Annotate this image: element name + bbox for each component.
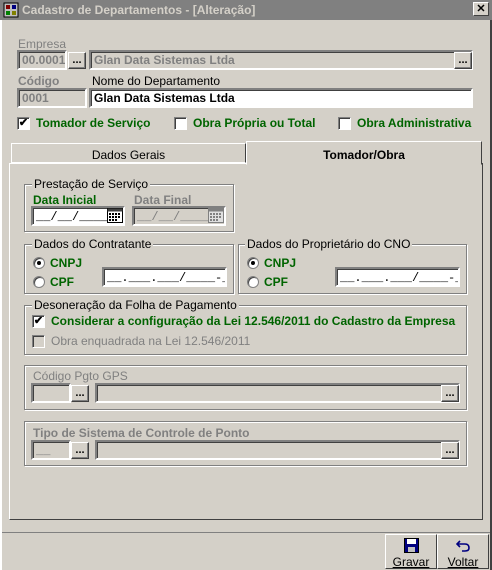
tab-dados-gerais[interactable]: Dados Gerais [11, 143, 246, 163]
gps-description-lookup-button[interactable]: ... [441, 385, 459, 402]
proprietario-title: Dados do Proprietário do CNO [245, 237, 413, 251]
voltar-button[interactable]: Voltar [437, 534, 489, 569]
ponto-description-field[interactable] [95, 440, 460, 460]
tab-panel-top-edge [10, 163, 246, 164]
empresa-code-field[interactable]: 00.0001 [17, 50, 67, 70]
considerar-lei-checkbox[interactable]: ✔ [32, 315, 45, 328]
gps-code-field[interactable] [31, 383, 71, 403]
ponto-description-lookup-button[interactable]: ... [441, 442, 459, 459]
empresa-name-field[interactable]: Glan Data Sistemas Ltda [89, 50, 473, 70]
data-inicial-value: __/__/____ [36, 210, 109, 224]
desoneracao-title: Desoneração da Folha de Pagamento [32, 298, 239, 312]
codigo-label: Código [18, 74, 60, 88]
proprietario-document-field[interactable]: __.___.___/____-__ [335, 267, 460, 287]
frame-left [0, 20, 2, 570]
empresa-label: Empresa [18, 37, 67, 51]
empresa-lookup-button[interactable]: ... [68, 52, 86, 69]
proprietario-cnpj-label: CNPJ [264, 256, 297, 270]
data-inicial-label: Data Inicial [33, 193, 97, 207]
calendar-icon[interactable] [107, 208, 123, 223]
contratante-document-value: __.___.___/____-__ [107, 271, 227, 285]
tomador-label: Tomador de Serviço [36, 116, 151, 130]
obra-propria-label: Obra Própria ou Total [193, 116, 316, 130]
contratante-cpf-label: CPF [50, 275, 74, 289]
proprietario-cnpj-radio[interactable] [247, 257, 259, 269]
obra-enquadrada-checkbox[interactable] [32, 335, 45, 348]
ponto-code-lookup-button[interactable]: ... [71, 442, 89, 459]
contratante-cnpj-radio[interactable] [33, 257, 45, 269]
app-icon [3, 2, 19, 18]
tomador-checkbox[interactable]: ✔ [17, 117, 30, 130]
ponto-code-field[interactable]: __ [31, 440, 71, 460]
contratante-cpf-radio[interactable] [33, 276, 45, 288]
footer-divider [2, 532, 490, 533]
proprietario-cpf-label: CPF [264, 275, 288, 289]
floppy-icon [404, 538, 419, 553]
considerar-lei-label: Considerar a configuração da Lei 12.546/… [51, 314, 456, 328]
nome-departamento-field[interactable]: Glan Data Sistemas Ltda [89, 88, 473, 108]
ponto-title: Tipo de Sistema de Controle de Ponto [31, 426, 252, 440]
obra-enquadrada-label: Obra enquadrada na Lei 12.546/2011 [51, 334, 251, 348]
calendar-disabled-icon[interactable] [208, 208, 224, 223]
obra-propria-checkbox[interactable] [174, 117, 187, 130]
proprietario-cpf-radio[interactable] [247, 276, 259, 288]
prestacao-title: Prestação de Serviço [32, 177, 151, 191]
data-final-value: __/__/____ [137, 210, 210, 224]
gps-code-lookup-button[interactable]: ... [71, 385, 89, 402]
nome-departamento-label: Nome do Departamento [92, 74, 221, 88]
contratante-cnpj-label: CNPJ [50, 256, 83, 270]
gravar-label: Gravar [392, 555, 430, 569]
data-final-label: Data Final [134, 193, 192, 207]
codigo-field[interactable]: 0001 [17, 88, 87, 108]
tab-tomador-obra[interactable]: Tomador/Obra [246, 141, 482, 165]
gps-description-field[interactable] [95, 383, 460, 403]
contratante-document-field[interactable]: __.___.___/____-__ [102, 267, 227, 287]
proprietario-document-value: __.___.___/____-__ [340, 271, 460, 285]
obra-administrativa-label: Obra Administrativa [357, 116, 472, 130]
close-button[interactable]: ✕ [473, 2, 489, 16]
gravar-button[interactable]: Gravar [385, 534, 437, 569]
undo-icon [456, 540, 470, 552]
empresa-name-lookup-button[interactable]: ... [454, 52, 472, 69]
title-bar: Cadastro de Departamentos - [Alteração] … [0, 0, 492, 20]
window-title: Cadastro de Departamentos - [Alteração] [22, 3, 256, 17]
ponto-code-value: __ [36, 444, 51, 458]
contratante-title: Dados do Contratante [32, 237, 154, 251]
gps-title: Código Pgto GPS [31, 369, 130, 383]
obra-administrativa-checkbox[interactable] [338, 117, 351, 130]
voltar-label: Voltar [447, 555, 479, 569]
